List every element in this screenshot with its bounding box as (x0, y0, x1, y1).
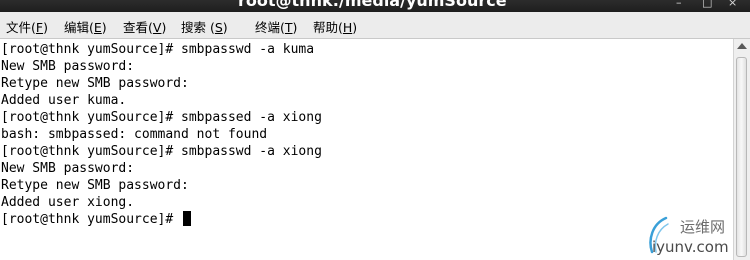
terminal-line: Retype new SMB password: (1, 178, 189, 193)
watermark-name: 运维网 (680, 218, 726, 236)
maximize-icon[interactable]: □ (702, 0, 712, 9)
terminal-line: Added user kuma. (1, 93, 127, 108)
watermark-domain: iyunv.com (652, 238, 729, 256)
menu-view[interactable]: 查看(V) (123, 17, 166, 36)
title-bar[interactable]: root@thnk:/media/yumSource – □ × (0, 0, 750, 12)
terminal-cursor (183, 211, 191, 226)
terminal-line: [root@thnk yumSource]# smbpasswd -a xion… (1, 144, 322, 159)
scroll-up-icon[interactable] (737, 43, 747, 49)
window-title: root@thnk:/media/yumSource (238, 0, 507, 10)
terminal-line: Added user xiong. (1, 195, 135, 210)
menu-search[interactable]: 搜索 (S) (181, 17, 228, 36)
watermark: 运维网 iyunv.com (640, 210, 750, 260)
terminal-prompt: [root@thnk yumSource]# (1, 212, 182, 227)
menu-terminal[interactable]: 终端(T) (255, 17, 297, 36)
terminal-output[interactable]: [root@thnk yumSource]# smbpasswd -a kuma… (0, 39, 733, 260)
menu-bar: 文件(F) 编辑(E) 查看(V) 搜索 (S) 终端(T) 帮助(H) (0, 12, 750, 39)
menu-help[interactable]: 帮助(H) (313, 17, 357, 36)
terminal-line: Retype new SMB password: (1, 76, 189, 91)
terminal-line: [root@thnk yumSource]# smbpassed -a xion… (1, 110, 322, 125)
terminal-window: root@thnk:/media/yumSource – □ × 文件(F) 编… (0, 0, 750, 260)
terminal-line: [root@thnk yumSource]# smbpasswd -a kuma (1, 42, 315, 57)
menu-file[interactable]: 文件(F) (6, 17, 48, 36)
minimize-icon[interactable]: – (676, 0, 682, 9)
terminal-line: New SMB password: (1, 161, 135, 176)
menu-edit[interactable]: 编辑(E) (64, 17, 107, 36)
close-icon[interactable]: × (728, 0, 737, 9)
terminal-line: bash: smbpassed: command not found (1, 127, 268, 142)
terminal-line: New SMB password: (1, 59, 135, 74)
